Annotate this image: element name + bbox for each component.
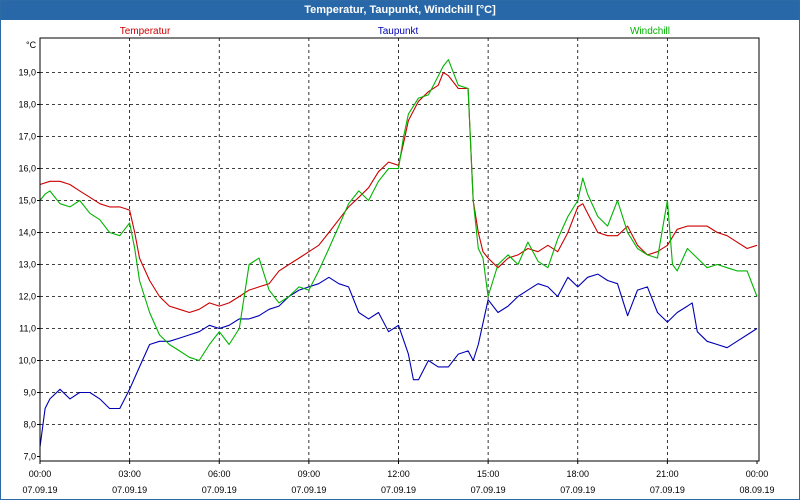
series-line-taupunkt bbox=[39, 273, 758, 447]
chart-grid bbox=[40, 38, 759, 461]
y-axis-label: °C bbox=[26, 40, 37, 50]
x-tick-time-label: 00:00 bbox=[29, 469, 52, 479]
y-axis-ticks: 7,0 8,0 9,0 10,0 11,0 12,0 13,0 14,0 15,0 16,0 17,… bbox=[18, 68, 40, 462]
x-tick-time-label: 09:00 bbox=[298, 469, 321, 479]
y-tick-label: 10,0 bbox=[18, 356, 36, 366]
x-tick-time-label: 03:00 bbox=[118, 469, 141, 479]
y-tick-label: 17,0 bbox=[18, 132, 36, 142]
y-tick-label: 13,0 bbox=[18, 260, 36, 270]
plot-frame bbox=[39, 37, 760, 462]
y-tick-label: 12,0 bbox=[18, 292, 36, 302]
x-tick-time-label: 15:00 bbox=[477, 469, 500, 479]
chart-svg: °C 7,0 8,0 9,0 10,0 11,0 12,0 13,0 14,0 15,0 16,0… bbox=[18, 26, 775, 495]
y-tick-label: 16,0 bbox=[18, 164, 36, 174]
x-tick-date-label: 07.09.19 bbox=[22, 485, 57, 495]
series-line-temperatur bbox=[39, 71, 758, 314]
legend-entry-temperatur: Temperatur bbox=[120, 26, 171, 37]
y-tick-label: 11,0 bbox=[19, 324, 36, 334]
y-tick-label: 19,0 bbox=[18, 68, 36, 78]
x-tick-time-label: 18:00 bbox=[566, 469, 589, 479]
y-tick-label: 14,0 bbox=[18, 228, 36, 238]
x-tick-time-label: 21:00 bbox=[656, 469, 679, 479]
y-tick-label: 7,0 bbox=[23, 452, 36, 462]
legend-entry-windchill: Windchill bbox=[630, 26, 670, 37]
x-tick-date-label: 08.09.19 bbox=[739, 485, 774, 495]
x-tick-time-label: 06:00 bbox=[208, 469, 231, 479]
y-tick-label: 15,0 bbox=[18, 196, 36, 206]
legend-entry-taupunkt: Taupunkt bbox=[378, 26, 419, 37]
y-tick-label: 18,0 bbox=[18, 100, 36, 110]
x-tick-date-label: 07.09.19 bbox=[560, 485, 595, 495]
x-tick-time-label: 00:00 bbox=[746, 469, 769, 479]
x-tick-date-label: 07.09.19 bbox=[291, 485, 326, 495]
y-tick-label: 9,0 bbox=[23, 388, 36, 398]
x-tick-time-label: 12:00 bbox=[387, 469, 410, 479]
x-axis-ticks: 00:00 07.09.19 03:00 07.09.19 06:00 07.09.19 0… bbox=[22, 461, 775, 495]
y-tick-label: 8,0 bbox=[23, 420, 36, 430]
x-tick-date-label: 07.09.19 bbox=[381, 485, 416, 495]
x-tick-date-label: 07.09.19 bbox=[650, 485, 685, 495]
x-tick-date-label: 07.09.19 bbox=[112, 485, 147, 495]
x-tick-date-label: 07.09.19 bbox=[202, 485, 237, 495]
chart-legend: Temperatur Taupunkt Windchill bbox=[120, 26, 670, 37]
x-tick-date-label: 07.09.19 bbox=[471, 485, 506, 495]
